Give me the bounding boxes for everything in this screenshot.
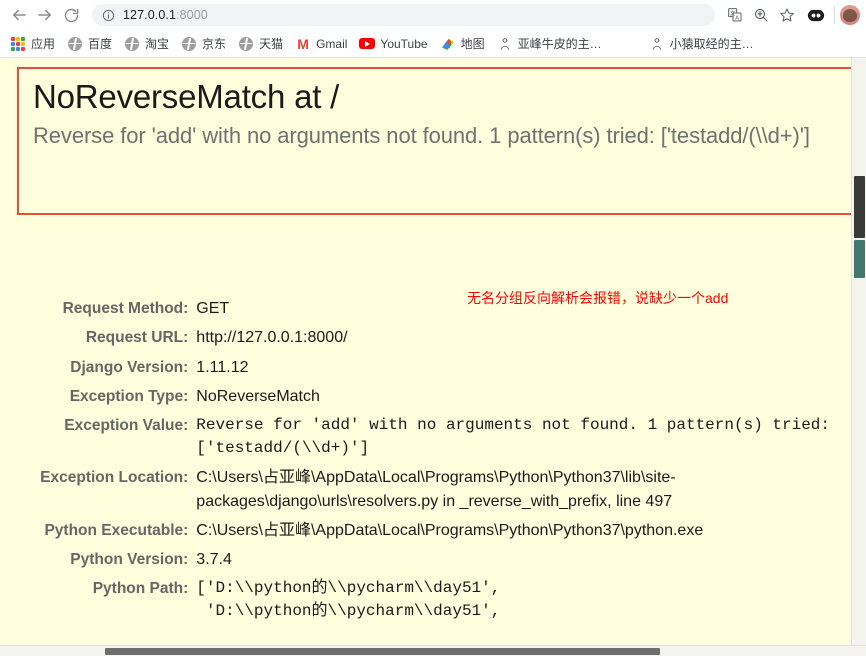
table-row: Exception Location: C:\Users\占亚峰\AppData…	[0, 463, 830, 515]
row-label: Django Version:	[70, 358, 189, 376]
table-row: Exception Value: Reverse for 'add' with …	[0, 411, 830, 463]
extension-icon[interactable]	[803, 5, 829, 25]
bookmark-jd[interactable]: 京东	[175, 33, 232, 55]
bookmark-label: 亚峰牛皮的主页 -...	[517, 37, 613, 51]
row-value: 3.7.4	[196, 551, 232, 568]
table-row: Django Version: 1.11.12	[0, 353, 830, 382]
back-arrow-icon	[13, 9, 26, 21]
django-error-page: NoReverseMatch at / Reverse for 'add' wi…	[0, 58, 866, 656]
table-row: Python Executable: C:\Users\占亚峰\AppData\…	[0, 516, 830, 545]
reload-button[interactable]	[58, 2, 84, 28]
row-label: Exception Location:	[40, 469, 189, 487]
exception-message: Reverse for 'add' with no arguments not …	[33, 123, 810, 149]
row-value: Reverse for 'add' with no arguments not …	[196, 416, 830, 458]
bookmark-yafeng-homepage[interactable]: 亚峰牛皮的主页 -...	[491, 33, 619, 55]
globe-icon	[238, 36, 254, 52]
vertical-scrollbar-thumb-secondary[interactable]	[854, 240, 865, 278]
forward-arrow-icon	[38, 9, 51, 21]
row-value: GET	[196, 300, 230, 317]
svg-text:A: A	[735, 16, 739, 22]
person-icon	[649, 36, 665, 52]
bookmark-gmail[interactable]: M Gmail	[289, 33, 353, 55]
row-value: http://127.0.0.1:8000/	[196, 329, 348, 347]
bookmark-label: YouTube	[380, 36, 428, 51]
exception-info-table: Request Method: GET Request URL: http://…	[0, 294, 830, 627]
table-row: Python Version: 3.7.4	[0, 545, 830, 574]
globe-icon	[124, 36, 140, 52]
globe-icon	[181, 36, 197, 52]
row-label: Exception Type:	[69, 387, 189, 405]
bookmarks-bar: 应用 百度 淘宝 京东 天猫 M Gmail YouTube 地图 亚峰牛皮的主…	[0, 30, 866, 58]
bookmark-youtube[interactable]: YouTube	[353, 33, 433, 55]
bookmark-label: 淘宝	[145, 37, 170, 51]
translate-icon[interactable]: 文 A	[723, 3, 747, 27]
person-icon	[497, 36, 513, 52]
apps-grid-icon	[10, 36, 26, 52]
bookmark-label: 应用	[31, 37, 56, 51]
page-title: NoReverseMatch at /	[33, 78, 340, 115]
row-label: Python Version:	[70, 551, 189, 568]
row-value: 1.11.12	[196, 358, 249, 376]
panda-extension-icon	[807, 9, 825, 21]
address-bar[interactable]: 127.0.0.1:8000	[92, 4, 715, 26]
bookmark-taobao[interactable]: 淘宝	[118, 33, 175, 55]
table-row: Python Path: ['D:\\python的\\pycharm\\day…	[0, 574, 830, 626]
horizontal-scrollbar-thumb[interactable]	[105, 648, 660, 655]
bookmark-apps[interactable]: 应用	[4, 33, 61, 55]
meta-table: Request Method: GET Request URL: http://…	[0, 294, 830, 627]
vertical-scrollbar-thumb[interactable]	[854, 176, 865, 238]
profile-avatar[interactable]	[840, 5, 860, 25]
row-value: C:\Users\占亚峰\AppData\Local\Programs\Pyth…	[196, 521, 704, 539]
zoom-icon[interactable]	[749, 3, 773, 27]
url-host: 127.0.0.1	[123, 8, 177, 22]
maps-pin-icon	[440, 36, 456, 52]
row-value: ['D:\\python的\\pycharm\\day51', 'D:\\pyt…	[196, 579, 501, 621]
address-bar-url: 127.0.0.1:8000	[123, 8, 208, 22]
toolbar-divider	[834, 6, 835, 24]
bookmark-label: 京东	[202, 37, 227, 51]
exception-summary-box: NoReverseMatch at / Reverse for 'add' wi…	[17, 67, 860, 215]
bookmark-label: 百度	[88, 37, 113, 51]
row-label: Python Executable:	[44, 521, 189, 539]
reload-icon	[64, 8, 78, 22]
table-row: Request URL: http://127.0.0.1:8000/	[0, 323, 830, 352]
row-label: Exception Value:	[64, 417, 189, 434]
bookmark-label: Gmail	[316, 36, 348, 51]
row-label: Python Path:	[92, 580, 189, 598]
back-button[interactable]	[6, 2, 32, 28]
forward-button[interactable]	[32, 2, 58, 28]
info-circle-icon[interactable]	[102, 9, 115, 22]
browser-chrome: 127.0.0.1:8000 文 A 应用 百度 淘宝 京东 天猫 M Gmai…	[0, 0, 866, 58]
bookmark-maps[interactable]: 地图	[434, 33, 491, 55]
horizontal-scrollbar[interactable]	[0, 645, 866, 656]
row-label: Request Method:	[62, 300, 189, 317]
browser-toolbar: 127.0.0.1:8000 文 A	[0, 0, 866, 30]
row-value: C:\Users\占亚峰\AppData\Local\Programs\Pyth…	[196, 469, 676, 510]
table-row: Exception Type: NoReverseMatch	[0, 382, 830, 411]
bookmark-label: 小猿取经的主页 -...	[669, 37, 765, 51]
table-row: Request Method: GET	[0, 294, 830, 323]
bookmark-label: 天猫	[259, 37, 284, 51]
bookmark-baidu[interactable]: 百度	[61, 33, 118, 55]
bookmark-xiaoyuan-homepage[interactable]: 小猿取经的主页 -...	[643, 33, 771, 55]
url-port: :8000	[176, 8, 208, 22]
row-value: NoReverseMatch	[196, 387, 320, 405]
row-label: Request URL:	[85, 329, 189, 347]
bookmark-star-icon[interactable]	[775, 3, 799, 27]
bookmark-tmall[interactable]: 天猫	[232, 33, 289, 55]
bookmark-label: 地图	[460, 37, 485, 51]
globe-icon	[67, 36, 83, 52]
youtube-icon	[359, 36, 376, 52]
gmail-icon: M	[297, 35, 309, 52]
vertical-scrollbar[interactable]	[851, 58, 866, 656]
